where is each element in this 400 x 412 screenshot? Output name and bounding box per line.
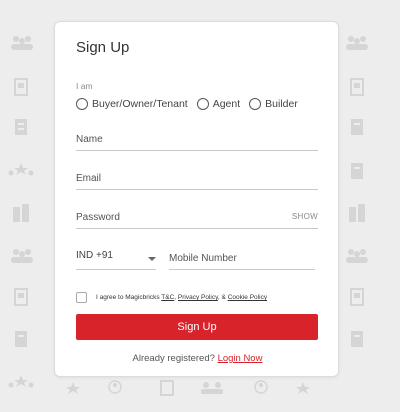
- document-icon: [351, 331, 363, 347]
- building-icon: [350, 288, 364, 306]
- document-icon: [15, 119, 27, 135]
- role-label: Buyer/Owner/Tenant: [92, 98, 188, 110]
- login-prompt: Already registered? Login Now: [55, 353, 340, 364]
- cookie-policy-link[interactable]: Cookie Policy: [228, 294, 267, 301]
- stars-icon: [8, 163, 34, 176]
- terms-agreement: I agree to Magicbricks T&C, Privacy Poli…: [76, 292, 267, 303]
- stars-icon: [8, 375, 34, 388]
- privacy-policy-link[interactable]: Privacy Policy: [178, 294, 218, 301]
- people-icon: [346, 36, 368, 50]
- people-icon: [11, 36, 33, 50]
- role-prompt: I am: [76, 81, 93, 91]
- building-icon: [14, 78, 28, 96]
- show-password-button[interactable]: SHOW: [292, 212, 318, 221]
- stars-icon: [66, 382, 80, 394]
- terms-text: I agree to Magicbricks T&C, Privacy Poli…: [96, 294, 268, 301]
- role-radio-group: Buyer/Owner/Tenant Agent Builder: [76, 98, 307, 110]
- terms-prefix: I agree to Magicbricks: [96, 294, 160, 301]
- building-icon: [14, 288, 28, 306]
- name-field[interactable]: [76, 129, 318, 150]
- page-title: Sign Up: [76, 39, 130, 56]
- signup-card: Sign Up I am Buyer/Owner/Tenant Agent Bu…: [54, 21, 339, 377]
- mobile-field-wrapper: [169, 248, 315, 270]
- role-label: Agent: [212, 98, 241, 110]
- tc-link[interactable]: T&C: [161, 294, 174, 301]
- role-option-agent[interactable]: Agent: [196, 98, 241, 110]
- role-option-builder[interactable]: Builder: [249, 98, 298, 110]
- radio-button[interactable]: [249, 98, 262, 110]
- login-link[interactable]: Login Now: [218, 353, 263, 364]
- building-icon: [350, 78, 364, 96]
- user-icon: [108, 380, 122, 394]
- building-icon: [349, 204, 365, 222]
- email-field[interactable]: [76, 168, 318, 189]
- radio-button[interactable]: [196, 98, 209, 110]
- country-code-select[interactable]: IND +91: [76, 248, 156, 270]
- email-field-wrapper: [76, 168, 318, 190]
- name-field-wrapper: [76, 129, 318, 151]
- document-icon: [351, 119, 363, 135]
- building-icon: [160, 380, 174, 396]
- terms-and: &: [221, 294, 226, 301]
- stars-icon: [296, 382, 310, 394]
- mobile-number-field[interactable]: [169, 248, 315, 269]
- signup-button[interactable]: Sign Up: [76, 314, 318, 340]
- country-code-value: IND +91: [76, 250, 113, 261]
- role-label: Builder: [265, 98, 298, 110]
- terms-checkbox[interactable]: [76, 292, 87, 303]
- document-icon: [15, 331, 27, 347]
- user-icon: [254, 380, 268, 394]
- already-registered-text: Already registered?: [132, 353, 215, 364]
- building-icon: [13, 204, 29, 222]
- people-icon: [201, 382, 223, 394]
- radio-button[interactable]: [76, 98, 88, 110]
- chevron-down-icon: [148, 257, 156, 261]
- password-field[interactable]: [76, 207, 318, 228]
- role-option-buyer[interactable]: Buyer/Owner/Tenant: [76, 98, 188, 110]
- document-icon: [351, 163, 363, 179]
- people-icon: [11, 249, 33, 263]
- password-field-wrapper: SHOW: [76, 207, 318, 229]
- people-icon: [346, 249, 368, 263]
